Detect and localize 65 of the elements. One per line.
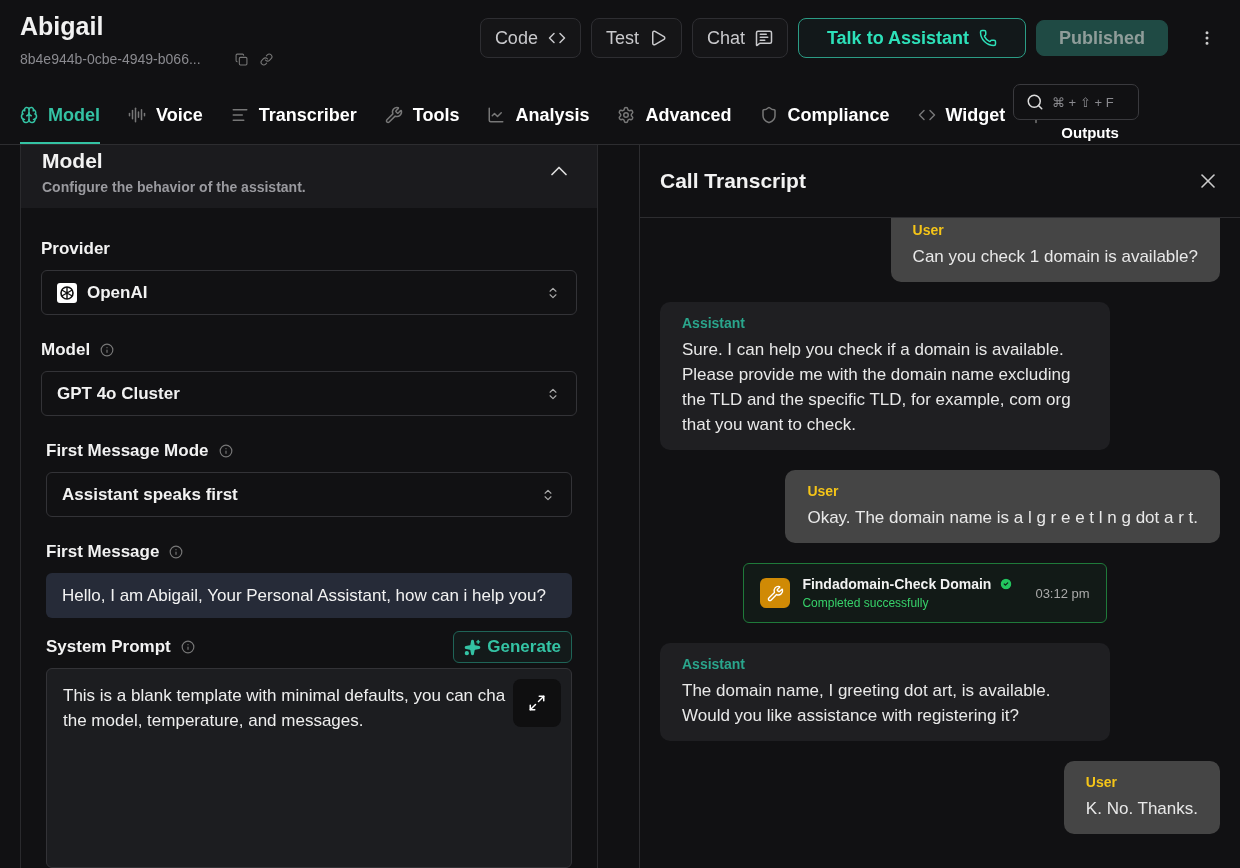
generate-button[interactable]: Generate bbox=[453, 631, 572, 663]
system-prompt-field[interactable]: This is a blank template with minimal defaults, you can cha the model, temperature, and messages. bbox=[46, 668, 572, 868]
message-text: The domain name, I greeting dot art, is available. Would you like assistance with registering it? bbox=[682, 680, 1052, 727]
role-label: Assistant bbox=[682, 315, 747, 331]
message-text: Sure. I can help you check if a domain is available. Please provide me with the domain name excluding the TLD and the specific TLD, for example, com org that you want to check. bbox=[682, 339, 1072, 436]
tool-name: Findadomain-Check Domain bbox=[802, 576, 992, 592]
shield-icon bbox=[759, 106, 778, 124]
tab[interactable]: Analysis bbox=[487, 88, 590, 144]
tab[interactable]: Tools bbox=[384, 88, 460, 144]
search-icon bbox=[1026, 93, 1044, 111]
chat-button[interactable]: Chat bbox=[691, 18, 788, 58]
tab[interactable]: Voice bbox=[128, 88, 203, 144]
info-icon bbox=[169, 545, 184, 559]
tool-time: 03:12 pm bbox=[1035, 585, 1090, 601]
expand-icon bbox=[528, 694, 546, 712]
assistant-id: 8b4e944b-0cbe-4949-b066... bbox=[20, 51, 201, 67]
tool-status: Completed successfully bbox=[802, 596, 930, 610]
tab[interactable]: Compliance bbox=[759, 88, 890, 144]
talk-button[interactable]: Talk to Assistant bbox=[797, 18, 1026, 58]
info-icon bbox=[180, 640, 195, 654]
link-icon[interactable] bbox=[259, 52, 273, 66]
mode-select[interactable]: Assistant speaks first bbox=[46, 472, 572, 517]
model-select[interactable]: GPT 4o Cluster bbox=[41, 371, 577, 416]
assistant-name: Abigail bbox=[20, 12, 105, 41]
wrench-icon bbox=[760, 578, 791, 608]
info-icon bbox=[100, 343, 115, 357]
line-chart-icon bbox=[487, 106, 506, 124]
field-label: System Prompt bbox=[46, 637, 171, 657]
first-message-field[interactable]: Hello, I am Abigail, Your Personal Assistant, how can i help you? bbox=[46, 573, 572, 618]
test-button[interactable]: Test bbox=[590, 18, 682, 58]
message-text: Okay. The domain name is a l g r e e t l n g dot a r t. bbox=[807, 507, 1198, 529]
audio-wave-icon bbox=[128, 106, 146, 124]
section-title: Model bbox=[42, 149, 104, 173]
field-label: Model bbox=[41, 340, 91, 360]
tab[interactable]: Widget bbox=[917, 88, 1006, 144]
wrench-icon bbox=[384, 106, 403, 124]
role-label: User bbox=[1085, 774, 1118, 790]
field-label: Provider bbox=[41, 239, 110, 259]
copy-icon[interactable] bbox=[234, 52, 248, 66]
field-label: First Message bbox=[46, 542, 160, 562]
brain-icon bbox=[20, 106, 38, 124]
check-icon bbox=[999, 577, 1014, 591]
field-label: First Message Mode bbox=[46, 441, 209, 461]
sparkle-icon bbox=[464, 638, 482, 656]
tab[interactable]: Transcriber bbox=[230, 88, 357, 144]
panel-title: Call Transcript bbox=[660, 169, 806, 193]
published-button[interactable]: Published bbox=[1036, 20, 1168, 56]
knot-logo-icon bbox=[57, 282, 77, 303]
search-popup[interactable]: ⌘ + ⇧ + F bbox=[1013, 84, 1139, 120]
message-text: K. No. Thanks. bbox=[1085, 798, 1198, 820]
code-button[interactable]: Code bbox=[479, 18, 581, 58]
info-icon bbox=[218, 444, 233, 458]
tab[interactable]: Advanced bbox=[617, 88, 732, 144]
phone-icon bbox=[979, 29, 997, 47]
gear-icon bbox=[617, 106, 636, 124]
role-label: Assistant bbox=[682, 656, 747, 672]
role-label: User bbox=[912, 222, 945, 238]
chat-icon bbox=[754, 29, 773, 47]
role-label: User bbox=[807, 483, 840, 499]
section-subtitle: Configure the behavior of the assistant. bbox=[42, 179, 306, 195]
provider-select[interactable]: OpenAI bbox=[41, 270, 577, 315]
shortcut-hint: ⌘ + ⇧ + F bbox=[1052, 94, 1114, 110]
expand-button[interactable] bbox=[513, 679, 561, 727]
lines-icon bbox=[230, 106, 249, 124]
message-text: Can you check 1 domain is available? bbox=[912, 246, 1198, 268]
